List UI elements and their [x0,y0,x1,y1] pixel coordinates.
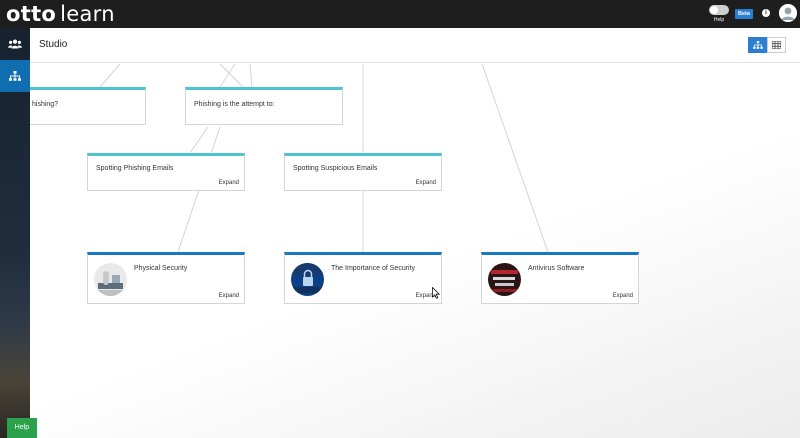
card-title: Spotting Suspicious Emails [293,165,378,172]
toggle-switch[interactable] [709,5,729,15]
card-antivirus-software[interactable]: Antivirus Software Expand [481,252,639,304]
logo-light-text: learn [60,2,115,26]
top-bar: otto learn Help Beta i [0,0,800,28]
card-title: Phishing is the attempt to: [194,101,275,108]
studio-canvas[interactable]: Studio hishing? Phishing is the attempt … [30,28,800,438]
security-lock-thumbnail [291,263,324,296]
expand-link[interactable]: Expand [219,293,239,299]
card-title: Spotting Phishing Emails [96,165,174,172]
expand-link[interactable]: Expand [416,180,436,186]
users-icon [8,39,22,49]
help-toggle-label: Help [713,17,725,23]
card-phishing-question[interactable]: hishing? [30,87,146,125]
expand-link[interactable]: Expand [219,180,239,186]
expand-link[interactable]: Expand [613,293,633,299]
physical-security-thumbnail [94,263,127,296]
sidebar-item-users[interactable] [0,28,30,60]
card-title: The Importance of Security [331,265,416,272]
card-phishing-attempt[interactable]: Phishing is the attempt to: [185,87,343,125]
antivirus-thumbnail [488,263,521,296]
card-physical-security[interactable]: Physical Security Expand [87,252,245,304]
card-spotting-phishing-emails[interactable]: Spotting Phishing Emails Expand [87,153,245,191]
card-title: Antivirus Software [528,265,585,272]
hierarchy-icon [9,71,21,81]
card-title: Physical Security [134,265,188,272]
help-toggle[interactable]: Help [709,5,729,26]
help-button[interactable]: Help [7,418,37,438]
logo-bold-text: otto [6,2,57,26]
card-importance-of-security[interactable]: The Importance of Security Expand [284,252,442,304]
user-avatar-icon[interactable] [779,4,797,22]
mouse-cursor-icon [432,287,440,299]
sidebar-item-hierarchy[interactable] [0,60,30,92]
sidebar [0,28,30,438]
otto-learn-logo[interactable]: otto learn [6,1,115,27]
info-icon[interactable]: i [762,9,770,17]
card-spotting-suspicious-emails[interactable]: Spotting Suspicious Emails Expand [284,153,442,191]
beta-badge: Beta [735,9,753,19]
card-title: hishing? [32,101,59,108]
